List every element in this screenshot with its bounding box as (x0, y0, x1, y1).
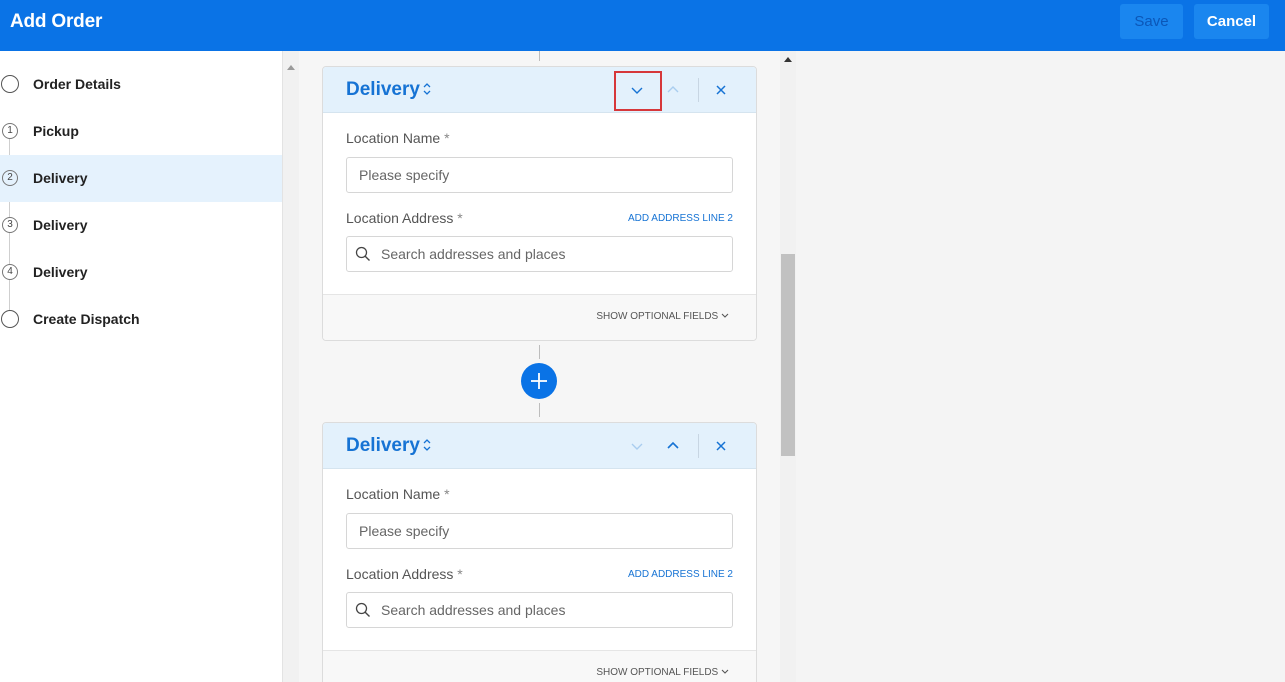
step-circle-icon (1, 75, 19, 93)
highlight-box (614, 71, 662, 111)
step-number-badge: 1 (2, 123, 18, 139)
sidebar-item-label: Delivery (33, 264, 88, 280)
stop-connector-line (539, 345, 540, 359)
show-optional-fields-link[interactable]: SHOW OPTIONAL FIELDS (596, 667, 729, 678)
location-name-input[interactable]: Please specify (346, 157, 733, 193)
stops-panel: Delivery Location Name * Please specify (299, 51, 780, 682)
card-footer: SHOW OPTIONAL FIELDS (323, 650, 756, 682)
step-number-badge: 2 (2, 170, 18, 186)
search-icon (355, 246, 370, 261)
input-placeholder: Please specify (359, 167, 450, 183)
sidebar-item-label: Delivery (33, 170, 88, 186)
address-search-input[interactable]: Search addresses and places (346, 592, 733, 628)
delivery-card: Delivery Location Name * Please specify (322, 66, 757, 341)
sort-icon[interactable] (422, 81, 432, 97)
location-name-label: Location Name * (346, 486, 450, 502)
show-optional-fields-link[interactable]: SHOW OPTIONAL FIELDS (596, 311, 729, 322)
sidebar-item-label: Pickup (33, 123, 79, 139)
close-icon[interactable] (708, 77, 734, 103)
sidebar-item-label: Create Dispatch (33, 311, 140, 327)
chevron-down-icon[interactable] (624, 433, 650, 459)
sidebar-scrollbar[interactable] (282, 51, 299, 682)
card-header: Delivery (323, 423, 756, 469)
sidebar-item-label: Delivery (33, 217, 88, 233)
sidebar-item-pickup[interactable]: 1 Pickup (0, 108, 282, 155)
header-divider (698, 434, 699, 458)
input-placeholder: Search addresses and places (381, 246, 566, 262)
location-address-label: Location Address * (346, 566, 463, 582)
card-title: Delivery (346, 79, 420, 100)
location-name-label: Location Name * (346, 130, 450, 146)
scroll-up-arrow-icon[interactable] (784, 57, 792, 62)
steps-sidebar: Order Details 1 Pickup 2 Delivery 3 Deli… (0, 51, 282, 682)
sidebar-item-delivery-2[interactable]: 2 Delivery (0, 155, 282, 202)
cancel-button[interactable]: Cancel (1194, 4, 1269, 39)
chevron-down-icon (721, 313, 729, 319)
add-address-line-link[interactable]: ADD ADDRESS LINE 2 (628, 213, 733, 224)
page-title: Add Order (10, 11, 103, 32)
sort-icon[interactable] (422, 437, 432, 453)
step-circle-icon (1, 310, 19, 328)
chevron-up-icon[interactable] (660, 77, 686, 103)
step-number-badge: 3 (2, 217, 18, 233)
card-footer: SHOW OPTIONAL FIELDS (323, 294, 756, 340)
stop-connector-line (539, 51, 540, 61)
sidebar-item-create-dispatch[interactable]: Create Dispatch (0, 296, 282, 343)
header-divider (698, 78, 699, 102)
empty-panel (796, 51, 1285, 682)
search-icon (355, 602, 370, 617)
delivery-card: Delivery Location Name * Please specify (322, 422, 757, 682)
chevron-down-icon (721, 669, 729, 675)
input-placeholder: Search addresses and places (381, 602, 566, 618)
location-name-input[interactable]: Please specify (346, 513, 733, 549)
chevron-up-icon[interactable] (660, 433, 686, 459)
input-placeholder: Please specify (359, 523, 450, 539)
add-address-line-link[interactable]: ADD ADDRESS LINE 2 (628, 569, 733, 580)
sidebar-item-label: Order Details (33, 76, 121, 92)
scroll-up-arrow-icon[interactable] (287, 65, 295, 70)
stop-connector-line (539, 403, 540, 417)
scrollbar-thumb[interactable] (781, 254, 795, 456)
step-number-badge: 4 (2, 264, 18, 280)
plus-icon (531, 373, 547, 389)
card-title: Delivery (346, 435, 420, 456)
sidebar-item-delivery-3[interactable]: 3 Delivery (0, 202, 282, 249)
address-search-input[interactable]: Search addresses and places (346, 236, 733, 272)
close-icon[interactable] (708, 433, 734, 459)
add-stop-button[interactable] (521, 363, 557, 399)
sidebar-item-delivery-4[interactable]: 4 Delivery (0, 249, 282, 296)
sidebar-item-order-details[interactable]: Order Details (0, 61, 282, 108)
location-address-label: Location Address * (346, 210, 463, 226)
top-bar: Add Order Save Cancel (0, 0, 1285, 51)
main-scrollbar[interactable] (780, 51, 796, 682)
card-header: Delivery (323, 67, 756, 113)
save-button[interactable]: Save (1120, 4, 1183, 39)
